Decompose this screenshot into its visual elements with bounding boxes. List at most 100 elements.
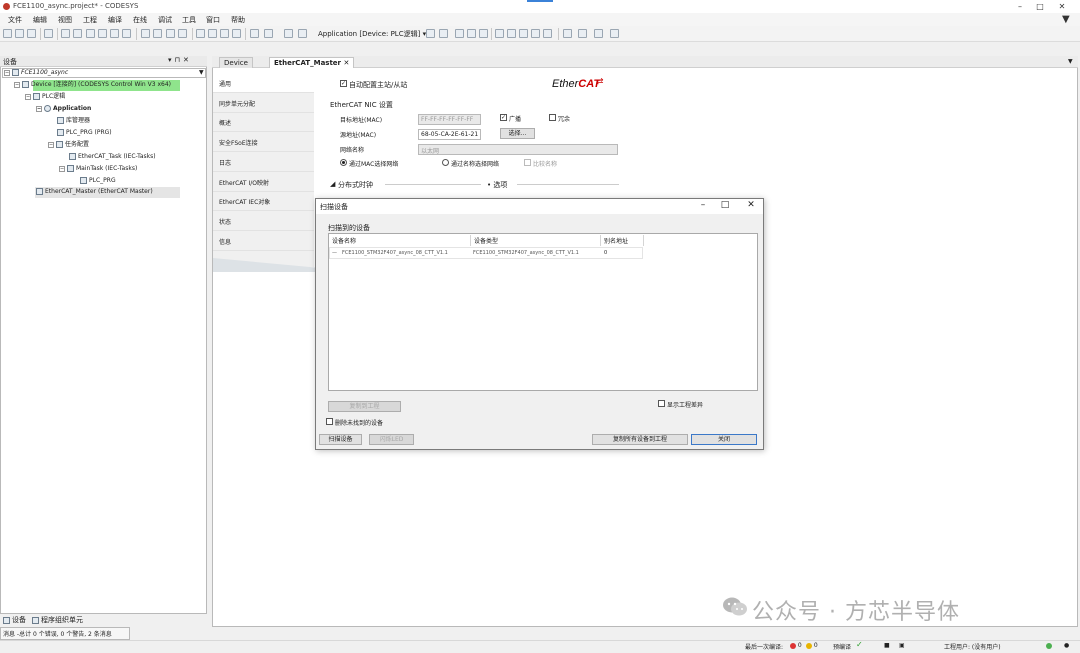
menu-build[interactable]: 编译 [108, 15, 122, 25]
collapse-icon[interactable]: − [25, 93, 31, 100]
tree-item-main-task[interactable]: − MainTask (IEC-Tasks) [59, 164, 137, 174]
dc-collapse-icon[interactable]: ◢ [330, 180, 335, 188]
tree-item-plc-logic[interactable]: − PLC逻辑 [25, 92, 65, 102]
tree-item-library-manager[interactable]: 库管理器 [57, 116, 90, 126]
menu-online[interactable]: 在线 [133, 15, 147, 25]
dialog-minimize-icon[interactable]: – [696, 200, 710, 210]
column-header[interactable]: 设备类型 [474, 236, 498, 245]
step-out-icon[interactable] [531, 29, 540, 38]
tree-item-application[interactable]: − Application [36, 104, 91, 114]
breakpoint-icon[interactable] [495, 29, 504, 38]
close-button[interactable]: 关闭 [691, 434, 757, 445]
delete-unmatched-checkbox[interactable] [326, 418, 333, 425]
menu-debug[interactable]: 调试 [158, 15, 172, 25]
copy-icon[interactable] [98, 29, 107, 38]
nav-fsoe[interactable]: 安全FSoE连接 [213, 132, 314, 152]
logout-icon[interactable] [439, 29, 448, 38]
paste-icon[interactable] [110, 29, 119, 38]
nav-overview[interactable]: 概述 [213, 112, 314, 132]
toolbar-icon[interactable] [594, 29, 603, 38]
select-by-mac-radio[interactable] [340, 159, 347, 166]
dest-mac-field[interactable]: FF-FF-FF-FF-FF-FF [418, 114, 481, 125]
login-icon[interactable] [426, 29, 435, 38]
close-tab-icon[interactable]: ✕ [343, 59, 349, 67]
tree-item-ethercat-master[interactable]: EtherCAT_Master (EtherCAT Master) [36, 187, 153, 197]
collapse-icon[interactable]: − [36, 105, 42, 112]
toolbar-icon[interactable] [284, 29, 293, 38]
open-project-icon[interactable] [15, 29, 24, 38]
menu-help[interactable]: 帮助 [231, 15, 245, 25]
find-icon[interactable] [141, 29, 150, 38]
auto-config-checkbox[interactable]: ✓ [340, 80, 347, 87]
tab-ethercat-master[interactable]: EtherCAT_Master ✕ [269, 57, 355, 68]
tab-device[interactable]: Device [219, 57, 253, 68]
tree-item-plc-prg[interactable]: PLC_PRG (PRG) [57, 128, 112, 138]
select-by-name-radio[interactable] [442, 159, 449, 166]
find-next-icon[interactable] [178, 29, 187, 38]
tab-devices[interactable]: 设备 [3, 615, 26, 625]
menu-window[interactable]: 窗口 [206, 15, 220, 25]
start-icon[interactable] [455, 29, 464, 38]
tree-item-plc-prg-call[interactable]: PLC_PRG [80, 176, 116, 186]
copy-to-project-button[interactable]: 复制到工程 [328, 401, 401, 412]
menu-project[interactable]: 工程 [83, 15, 97, 25]
blink-led-button[interactable]: 闪烁LED [369, 434, 414, 445]
chevron-down-icon[interactable]: ▼ [199, 69, 204, 76]
force-values-icon[interactable] [578, 29, 587, 38]
column-header[interactable]: 别名地址 [604, 236, 628, 245]
nav-info[interactable]: 信息 [213, 231, 314, 251]
stop-icon[interactable] [467, 29, 476, 38]
menu-file[interactable]: 文件 [8, 15, 22, 25]
toolbar-icon[interactable] [196, 29, 205, 38]
redo-icon[interactable] [73, 29, 82, 38]
toolbar-icon[interactable] [232, 29, 241, 38]
nav-sync-unit[interactable]: 同步单元分配 [213, 93, 314, 113]
column-header[interactable]: 设备名称 [332, 236, 356, 245]
tree-item-project[interactable]: − FCE1100_async [4, 68, 68, 78]
panel-controls-icon[interactable]: ▾⊓✕ [168, 56, 192, 64]
toolbar-icon[interactable] [220, 29, 229, 38]
run-to-cursor-icon[interactable] [543, 29, 552, 38]
toolbar-icon[interactable] [298, 29, 307, 38]
filter-icon[interactable]: ▼ [1062, 14, 1070, 25]
redundancy-checkbox[interactable] [549, 114, 556, 121]
replace-icon[interactable] [153, 29, 162, 38]
save-icon[interactable] [27, 29, 36, 38]
close-icon[interactable]: ✕ [1054, 1, 1070, 12]
tab-pou[interactable]: 程序组织单元 [32, 615, 83, 625]
broadcast-checkbox[interactable]: ✓ [500, 114, 507, 121]
show-diff-checkbox[interactable] [658, 400, 665, 407]
nav-status[interactable]: 状态 [213, 211, 314, 231]
nav-io-mapping[interactable]: EtherCAT I/O映射 [213, 172, 314, 192]
settings-icon[interactable] [1046, 642, 1052, 649]
nav-general[interactable]: 通用 [213, 73, 314, 93]
nav-log[interactable]: 日志 [213, 152, 314, 172]
compare-name-checkbox[interactable] [524, 159, 531, 166]
toolbar-icon[interactable] [610, 29, 619, 38]
notification-icon[interactable]: ● [1064, 642, 1069, 649]
tree-item-device[interactable]: − Device [连接的] (CODESYS Control Win V3 x6… [14, 80, 171, 90]
menu-tools[interactable]: 工具 [182, 15, 196, 25]
src-mac-field[interactable]: 68-05-CA-2E-61-21 [418, 129, 481, 140]
minimize-icon[interactable]: – [1012, 1, 1028, 12]
copy-all-to-project-button[interactable]: 复制所有设备到工程 [592, 434, 688, 445]
lock-icon[interactable]: ■ [884, 642, 890, 649]
active-application-combo[interactable]: Application [Device: PLC逻辑] ▾ [318, 29, 426, 39]
write-values-icon[interactable] [563, 29, 572, 38]
collapse-icon[interactable]: − [48, 141, 54, 148]
maximize-icon[interactable]: □ [1032, 1, 1048, 12]
tree-item-task-config[interactable]: − 任务配置 [48, 140, 89, 150]
bookmark-icon[interactable] [166, 29, 175, 38]
browse-button[interactable]: 选择... [500, 128, 535, 139]
status-icon[interactable]: ▣ [899, 642, 905, 649]
scan-devices-button[interactable]: 扫描设备 [319, 434, 362, 445]
toolbar-icon[interactable] [208, 29, 217, 38]
network-name-field[interactable]: 以太网 [418, 144, 618, 155]
print-icon[interactable] [44, 29, 53, 38]
tree-item-ethercat-task[interactable]: EtherCAT_Task (IEC-Tasks) [69, 152, 156, 162]
undo-icon[interactable] [61, 29, 70, 38]
reset-icon[interactable] [479, 29, 488, 38]
window-icon[interactable] [250, 29, 259, 38]
cut-icon[interactable] [86, 29, 95, 38]
dialog-close-icon[interactable]: ✕ [744, 200, 758, 210]
